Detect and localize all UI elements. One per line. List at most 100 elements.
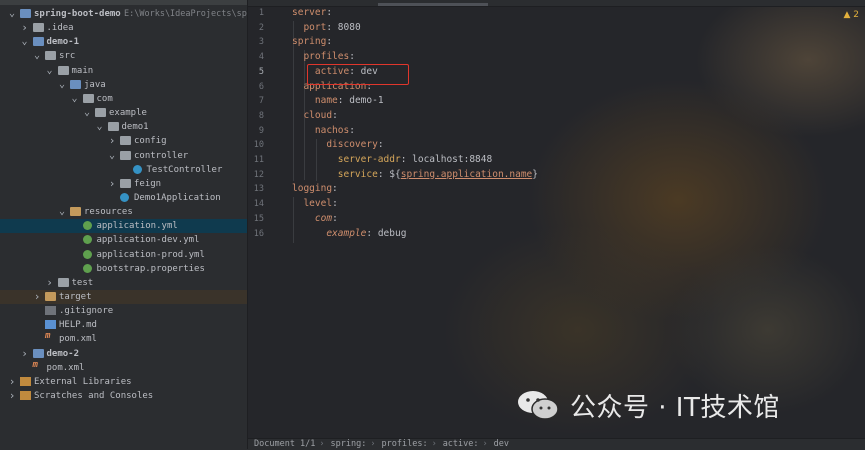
chevron-down-icon[interactable]: ⌄ xyxy=(96,120,104,134)
tree-item[interactable]: ⌄ example xyxy=(0,106,247,120)
code-line-11: server-addr: localhost:8848 xyxy=(337,154,493,165)
tree-item[interactable]: ⌄ com xyxy=(0,92,247,106)
code-line-2: port: 8080 xyxy=(303,21,361,33)
tree-item[interactable]: bootstrap.properties xyxy=(0,262,247,276)
tree-item[interactable]: ⌄ src xyxy=(0,49,247,63)
tree-item[interactable]: › .idea xyxy=(0,21,247,35)
tree-item-label: example xyxy=(109,108,147,119)
yml-file-icon xyxy=(82,249,92,259)
chevron-right-icon[interactable]: › xyxy=(108,134,116,148)
folder-source-icon xyxy=(70,79,81,89)
tree-item-label: main xyxy=(71,65,94,76)
property-reference-link[interactable]: spring.application.name xyxy=(401,169,533,180)
code-line-12: service: ${spring.application.name} xyxy=(337,168,539,180)
library-icon xyxy=(20,376,31,386)
code-line-1: server: xyxy=(292,7,333,18)
code-line-14: level: xyxy=(303,198,338,210)
tree-item-label: application-dev.yml xyxy=(96,235,200,246)
tree-item-label: controller xyxy=(134,150,189,161)
tree-item[interactable]: application-prod.yml xyxy=(0,248,247,262)
package-icon xyxy=(95,108,106,118)
breadcrumb-item[interactable]: dev xyxy=(494,439,509,449)
line-number: 7 xyxy=(258,96,264,107)
tree-item[interactable]: ⌄ spring-boot-demo E:\Works\IdeaProjects\s… xyxy=(0,7,247,21)
folder-icon xyxy=(57,65,69,75)
code-line-3: spring: xyxy=(292,36,333,48)
chevron-down-icon[interactable]: ⌄ xyxy=(58,205,66,219)
tree-item[interactable]: Demo1Application xyxy=(0,191,247,205)
tree-item[interactable]: m pom.xml xyxy=(0,360,247,375)
chevron-right-icon[interactable]: › xyxy=(46,276,54,290)
folder-module-icon xyxy=(32,348,44,358)
chevron-right-icon[interactable]: › xyxy=(21,21,29,35)
chevron-down-icon[interactable]: ⌄ xyxy=(33,49,41,63)
chevron-down-icon[interactable]: ⌄ xyxy=(21,35,29,49)
scratches-icon xyxy=(20,391,31,401)
folder-resources-icon xyxy=(70,207,81,217)
tree-item[interactable]: application.yml xyxy=(0,219,247,234)
line-number: 12 xyxy=(253,169,264,180)
chevron-right-icon[interactable]: › xyxy=(8,389,16,403)
line-number: 11 xyxy=(253,155,264,165)
package-icon xyxy=(120,150,131,160)
tree-item[interactable]: ⌄ demo-1 xyxy=(0,35,247,49)
tree-item-label: resources xyxy=(84,207,133,218)
tree-item-label: demo-2 xyxy=(46,348,80,359)
chevron-down-icon[interactable]: ⌄ xyxy=(83,106,91,120)
tree-item[interactable]: › config xyxy=(0,134,247,148)
chevron-right-icon[interactable]: › xyxy=(108,177,116,191)
package-icon xyxy=(120,136,131,146)
chevron-down-icon[interactable]: ⌄ xyxy=(108,149,116,163)
code-line-15: com: xyxy=(314,212,338,224)
tree-item[interactable]: › demo-2 xyxy=(0,347,247,361)
line-number: 16 xyxy=(253,228,264,239)
yml-file-icon xyxy=(82,235,92,245)
tree-item-path: E:\Works\IdeaProjects\spri xyxy=(124,9,248,19)
tree-item[interactable]: HELP.md xyxy=(0,318,247,332)
code-line-10: discovery: xyxy=(326,139,384,151)
markdown-file-icon xyxy=(45,320,56,330)
code-line-13: logging: xyxy=(292,183,338,195)
chevron-right-icon[interactable]: › xyxy=(8,375,16,389)
tree-item[interactable]: › feign xyxy=(0,177,247,191)
tree-item[interactable]: › External Libraries xyxy=(0,375,247,389)
tree-item[interactable]: ⌄ main xyxy=(0,64,247,78)
warnings-indicator[interactable]: ▲ 2 xyxy=(843,10,859,20)
tree-item[interactable]: ⌄ demo1 xyxy=(0,120,247,134)
tree-item[interactable]: › target xyxy=(0,290,247,304)
tree-item-label: HELP.md xyxy=(59,320,97,331)
tree-item[interactable]: application-dev.yml xyxy=(0,233,247,247)
highlight-box xyxy=(307,64,409,85)
tree-item[interactable]: ⌄ controller xyxy=(0,149,247,163)
tree-item-label: demo-1 xyxy=(46,37,80,48)
tree-item[interactable]: › test xyxy=(0,276,247,290)
chevron-right-icon[interactable]: › xyxy=(33,290,41,304)
tree-item[interactable]: m pom.xml xyxy=(0,332,247,346)
line-number: 14 xyxy=(253,199,264,210)
chevron-down-icon[interactable]: ⌄ xyxy=(71,92,79,106)
code-line-7: name: demo-1 xyxy=(314,95,384,107)
chevron-right-icon[interactable]: › xyxy=(21,347,29,361)
tree-item[interactable]: .gitignore xyxy=(0,304,247,318)
tree-item-label: External Libraries xyxy=(34,376,132,387)
tree-item[interactable]: › Scratches and Consoles xyxy=(0,389,247,403)
breadcrumb-item[interactable]: active: xyxy=(443,439,479,449)
folder-icon xyxy=(45,51,56,61)
tab-application-yml[interactable] xyxy=(378,3,488,6)
line-number: 4 xyxy=(258,52,264,63)
breadcrumb-item[interactable]: spring: xyxy=(331,439,367,449)
chevron-down-icon[interactable]: ⌄ xyxy=(8,7,16,21)
maven-file-icon: m xyxy=(45,331,51,342)
tree-item[interactable]: ⌄ java xyxy=(0,78,247,92)
chevron-down-icon[interactable]: ⌄ xyxy=(46,64,54,78)
tree-item-label: config xyxy=(134,136,167,147)
folder-module-icon xyxy=(32,37,44,47)
tree-item-label: src xyxy=(59,51,76,62)
line-number: 13 xyxy=(253,184,264,195)
tree-item[interactable]: ⌄ resources xyxy=(0,205,247,219)
tree-item[interactable]: TestController xyxy=(0,163,247,177)
breadcrumb-item[interactable]: profiles: xyxy=(382,439,428,449)
chevron-down-icon[interactable]: ⌄ xyxy=(58,78,66,92)
tree-item-label: Scratches and Consoles xyxy=(34,391,154,402)
tree-item-label: .idea xyxy=(46,23,74,34)
